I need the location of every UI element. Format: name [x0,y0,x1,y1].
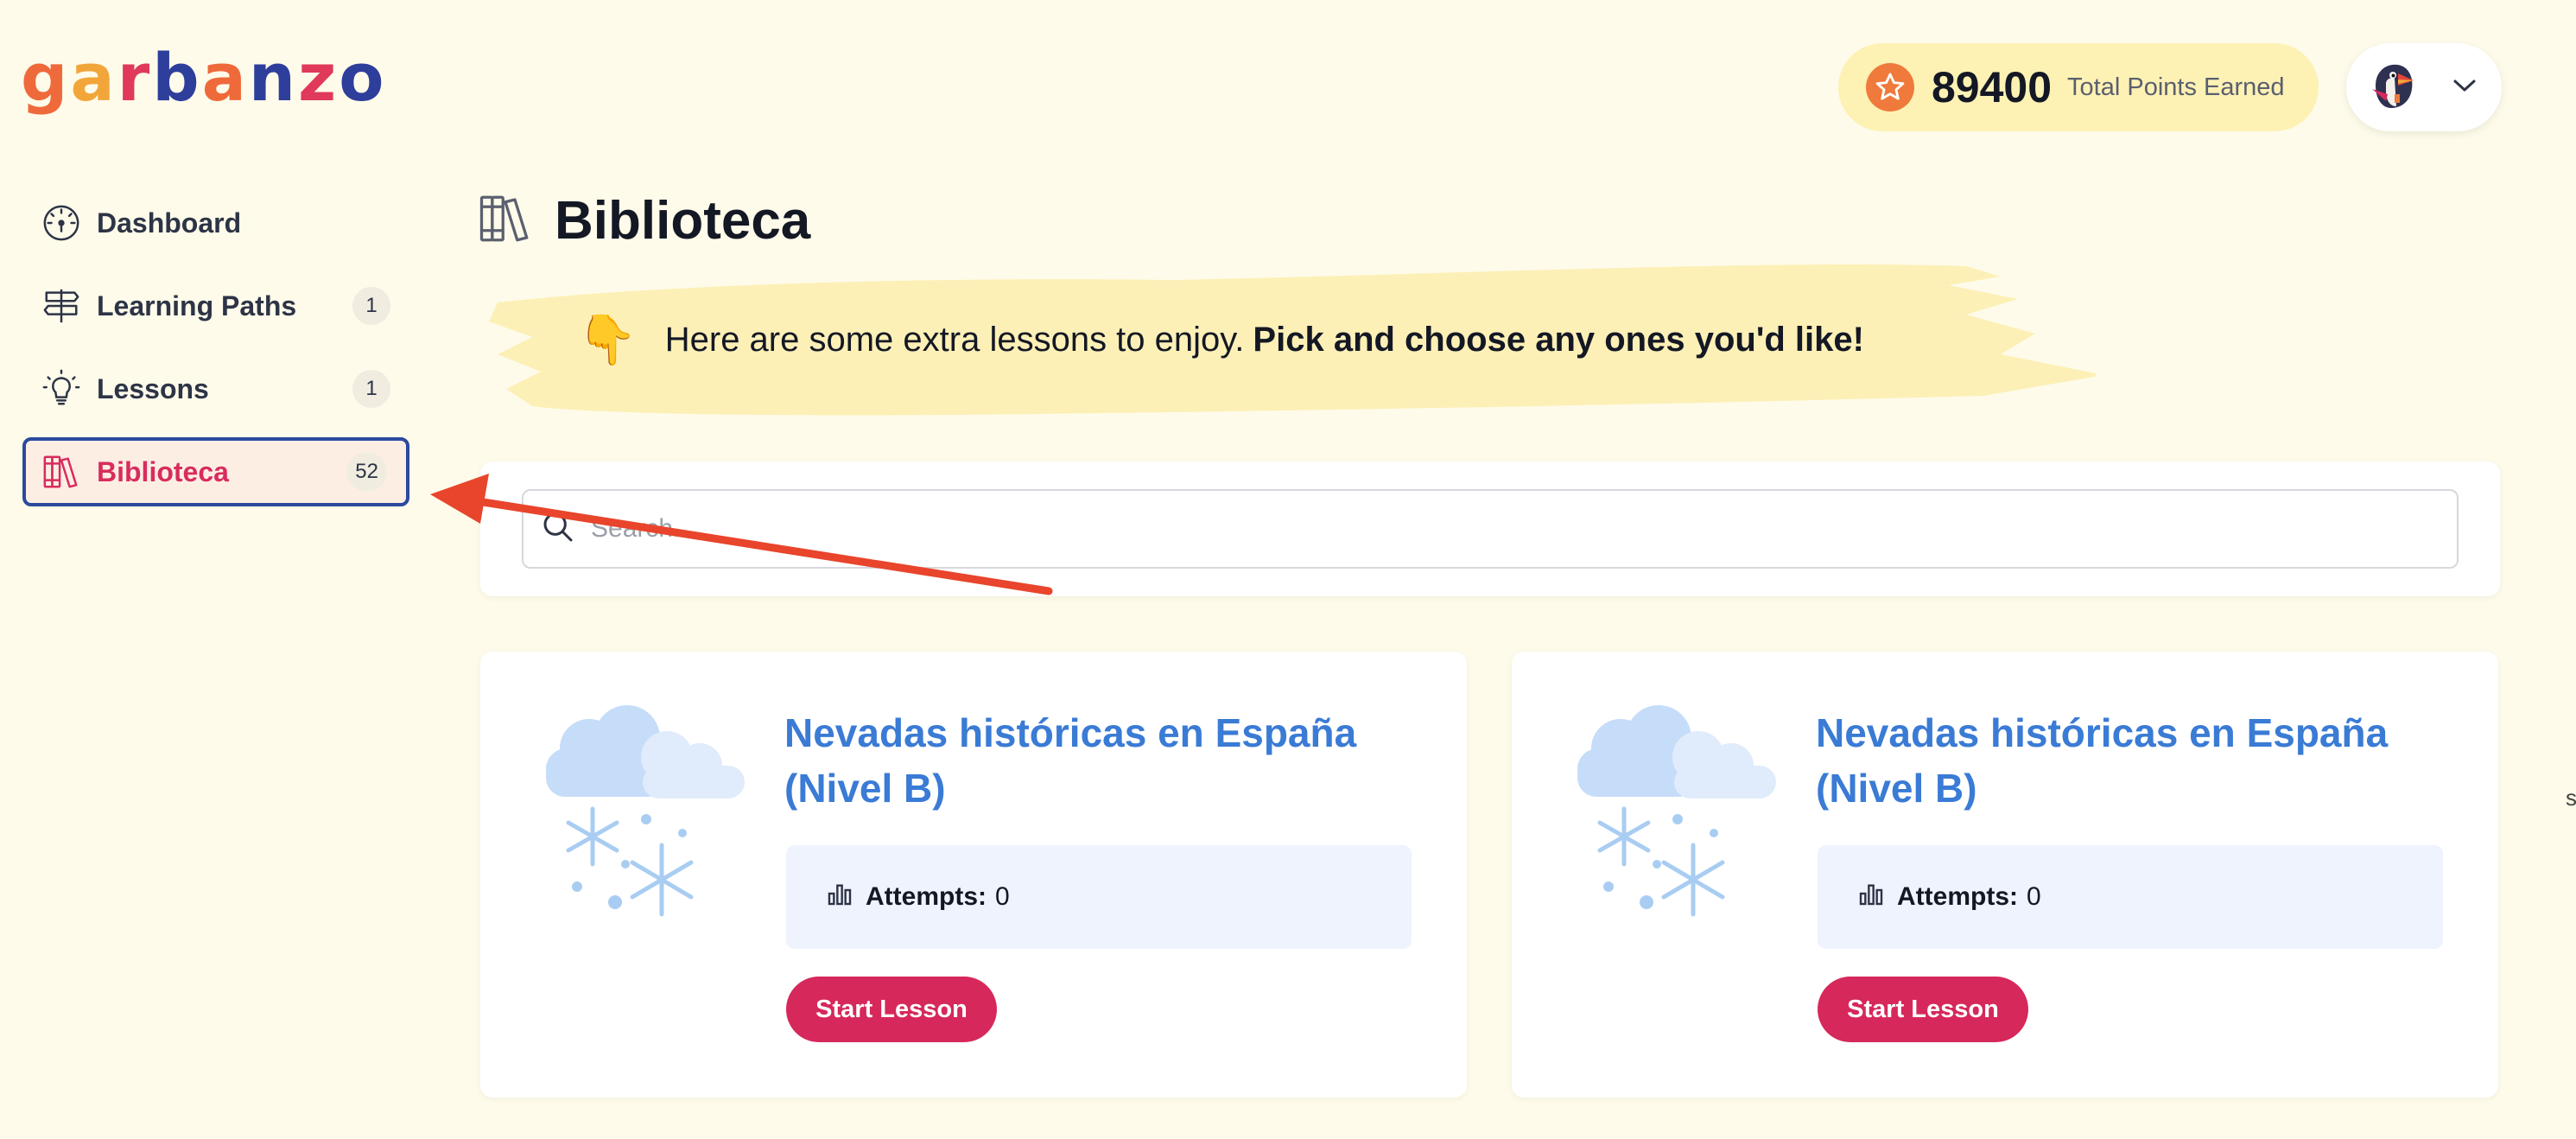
sidebar-item-lessons[interactable]: Lessons 1 [22,354,409,423]
star-icon [1866,63,1914,111]
logo-letter: a [70,39,117,116]
logo-letter: a [201,39,249,116]
signpost-icon [40,284,83,328]
lightbulb-icon [40,367,83,410]
books-icon [40,450,83,493]
lesson-card: Nevadas históricas en España (Nivel B) A… [480,652,1467,1098]
attempts-panel: Attempts: 0 [1818,845,2443,949]
logo-letter: o [339,39,387,116]
snow-cloud-icon [546,705,745,917]
lesson-card: Nevadas históricas en España (Nivel B) A… [1512,652,2498,1098]
logo-letter: z [298,39,339,116]
bar-chart-icon [826,880,853,914]
points-label: Total Points Earned [2067,73,2285,101]
sidebar-item-label: Lessons [97,372,209,404]
page-title-text: Biblioteca [555,191,811,251]
sidebar-nav: Dashboard Learning Paths 1 Lessons 1 Bib… [22,188,409,520]
pointing-hand-icon: 👇 [577,312,638,366]
page-title: Biblioteca [477,190,810,251]
sidebar-item-dashboard[interactable]: Dashboard [22,188,409,258]
logo-letter: b [152,39,202,116]
attempts-label: Attempts: [1897,882,2018,911]
books-icon [477,190,534,251]
sidebar-item-label: Biblioteca [97,455,229,487]
lesson-title-link[interactable]: Nevadas históricas en España (Nivel B) [1816,705,2438,816]
banner-text: Here are some extra lessons to enjoy. [664,320,1245,359]
user-menu-button[interactable] [2346,43,2502,131]
search-icon [541,510,575,549]
snow-cloud-icon [1577,705,1776,917]
logo-letter: n [248,39,298,116]
attempts-value: 0 [2027,882,2041,911]
total-points-pill: 89400 Total Points Earned [1838,43,2319,131]
banner-strong-text: Pick and choose any ones you'd like! [1253,320,1864,359]
attempts-label: Attempts: [866,882,987,911]
attempts-panel: Attempts: 0 [786,845,1412,949]
logo-letter: g [21,39,71,116]
puffin-avatar-icon [2363,54,2426,121]
sidebar-item-biblioteca[interactable]: Biblioteca 52 [22,437,409,506]
start-lesson-button[interactable]: Start Lesson [1818,977,2028,1042]
edge-text-fragment: s [2566,785,2576,811]
sidebar-item-label: Dashboard [97,207,242,239]
garbanzo-logo[interactable]: garbanzo [21,45,386,111]
bar-chart-icon [1857,880,1885,914]
sidebar-item-learning-paths[interactable]: Learning Paths 1 [22,271,409,340]
count-badge: 1 [352,370,390,408]
points-value: 89400 [1932,63,2053,111]
chevron-down-icon [2452,77,2478,99]
dashboard-gauge-icon [40,201,83,245]
sidebar-item-label: Learning Paths [97,290,297,321]
count-badge: 52 [346,453,387,491]
logo-letter: r [117,39,153,116]
start-lesson-button[interactable]: Start Lesson [786,977,997,1042]
search-card [480,461,2500,596]
attempts-value: 0 [995,882,1010,911]
info-banner: 👇 Here are some extra lessons to enjoy. … [480,251,2096,423]
lesson-title-link[interactable]: Nevadas históricas en España (Nivel B) [784,705,1406,816]
count-badge: 1 [352,287,390,325]
search-box[interactable] [522,489,2459,569]
search-input[interactable] [591,514,2405,544]
